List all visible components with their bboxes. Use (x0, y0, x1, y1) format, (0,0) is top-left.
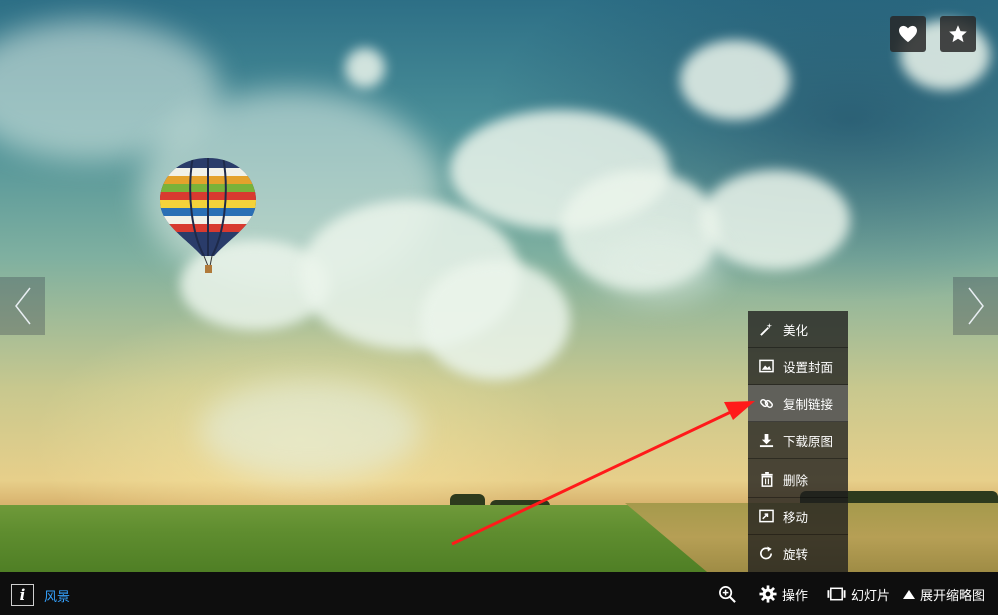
menu-item-download-original[interactable]: 下载原图 (748, 422, 848, 459)
favorite-button[interactable] (940, 16, 976, 52)
magic-wand-icon (758, 321, 775, 338)
image-icon (758, 358, 775, 375)
rotate-icon (758, 545, 775, 562)
expand-thumbnails-button[interactable]: 展开缩略图 (903, 583, 985, 605)
triangle-up-icon (903, 589, 915, 599)
menu-item-rotate[interactable]: 旋转 (748, 535, 848, 572)
menu-item-label: 旋转 (783, 547, 809, 562)
menu-item-delete[interactable]: 删除 (748, 461, 848, 498)
photo-viewer: 美化 设置封面 复制链接 下载原图 删除 移动 旋转 i 风景 操作 幻灯片 展… (0, 0, 998, 615)
menu-item-label: 下载原图 (783, 433, 834, 449)
menu-item-label: 美化 (783, 322, 809, 338)
album-link[interactable]: 风景 (44, 586, 70, 605)
operation-menu: 美化 设置封面 复制链接 下载原图 删除 移动 旋转 (748, 311, 848, 572)
link-icon (758, 395, 775, 412)
menu-item-copy-link[interactable]: 复制链接 (748, 385, 848, 422)
menu-item-set-cover[interactable]: 设置封面 (748, 348, 848, 385)
star-icon (949, 25, 967, 43)
download-icon (758, 432, 775, 449)
menu-item-beautify[interactable]: 美化 (748, 311, 848, 348)
chevron-left-icon (14, 287, 31, 325)
menu-item-move[interactable]: 移动 (748, 498, 848, 535)
photo-image[interactable] (0, 0, 998, 572)
menu-item-label: 复制链接 (783, 396, 834, 412)
previous-photo-button[interactable] (0, 277, 45, 335)
info-button[interactable]: i (11, 584, 34, 606)
zoom-in-icon (718, 585, 737, 604)
operations-button[interactable]: 操作 (759, 583, 808, 605)
menu-item-label: 移动 (783, 509, 809, 525)
move-icon (758, 508, 775, 525)
heart-icon (899, 25, 917, 43)
operations-label: 操作 (782, 588, 809, 604)
slideshow-button[interactable]: 幻灯片 (827, 583, 890, 605)
chevron-right-icon (967, 287, 984, 325)
like-button[interactable] (890, 16, 926, 52)
hot-air-balloon (160, 158, 256, 273)
zoom-button[interactable] (718, 583, 742, 605)
expand-thumbnails-label: 展开缩略图 (920, 588, 986, 604)
bottom-toolbar: i 风景 操作 幻灯片 展开缩略图 (0, 572, 998, 615)
trash-icon (758, 471, 775, 488)
slideshow-icon (827, 587, 846, 601)
gear-icon (759, 585, 777, 603)
slideshow-label: 幻灯片 (851, 588, 891, 604)
menu-item-label: 设置封面 (783, 359, 834, 375)
menu-item-label: 删除 (783, 472, 809, 488)
next-photo-button[interactable] (953, 277, 998, 335)
